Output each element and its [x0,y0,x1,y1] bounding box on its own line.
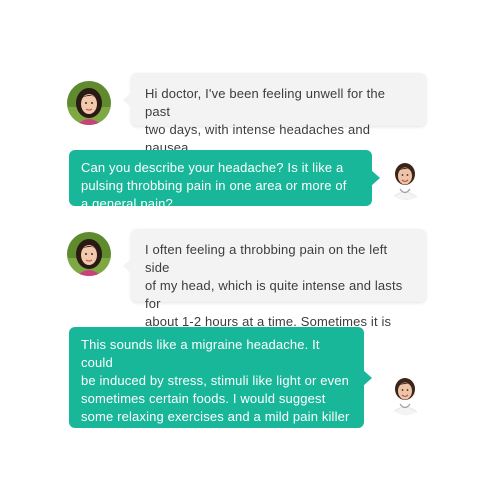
doctor-avatar-icon [384,156,428,200]
message-text: Can you describe your headache? Is it li… [81,160,347,211]
patient-avatar-icon [67,81,111,125]
doctor-message: Can you describe your headache? Is it li… [69,150,380,211]
doctor-avatar-icon [384,371,428,415]
chat-conversation: Hi doctor, I've been feeling unwell for … [0,0,500,500]
patient-avatar-icon [67,232,111,276]
doctor-message: This sounds like a migraine headache. It… [69,327,372,460]
message-text: Hi doctor, I've been feeling unwell for … [145,86,386,155]
message-text: This sounds like a migraine headache. It… [81,337,352,460]
patient-message: I often feeling a throbbing pain on the … [123,229,426,347]
patient-message: Hi doctor, I've been feeling unwell for … [123,73,426,155]
